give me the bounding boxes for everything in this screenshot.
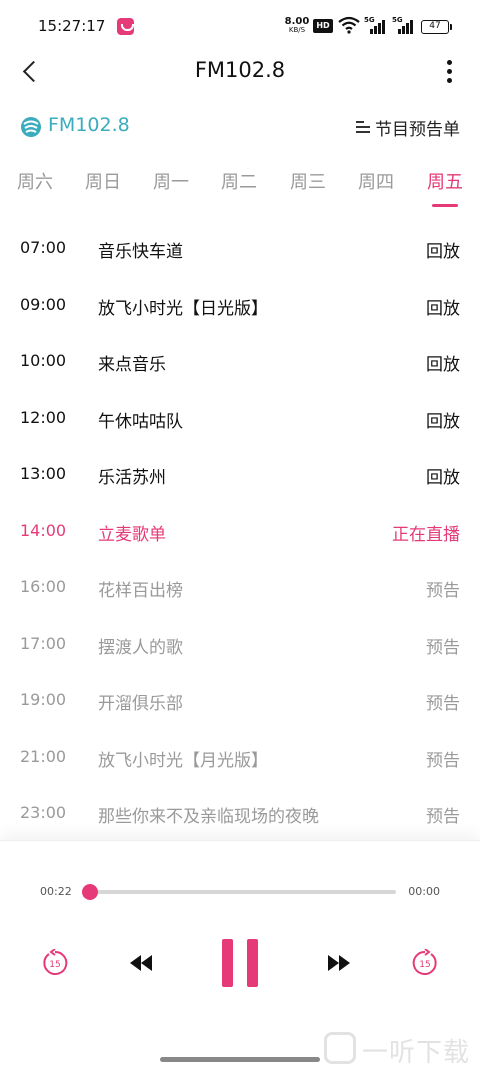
progress-bar[interactable]: [82, 884, 396, 900]
tab-day-3[interactable]: 周二: [214, 168, 264, 194]
forward-seconds: 15: [419, 960, 430, 970]
current-time: 00:22: [40, 885, 72, 898]
program-time: 14:00: [20, 520, 67, 540]
tab-day-1[interactable]: 周日: [78, 168, 128, 194]
schedule-button[interactable]: 节目预告单: [356, 114, 460, 140]
page-title: FM102.8: [194, 58, 286, 82]
program-action[interactable]: 回放: [426, 350, 460, 375]
program-row[interactable]: 19:00 开溜俱乐部 预告: [0, 672, 480, 728]
tab-day-4[interactable]: 周三: [283, 168, 333, 194]
day-tabs: 周六 周日 周一 周二 周三 周四 周五: [0, 160, 480, 210]
program-name: 乐活苏州: [98, 468, 166, 488]
program-action[interactable]: 回放: [426, 294, 460, 319]
program-time: 17:00: [20, 633, 67, 653]
signal-1-icon: 5G: [364, 16, 386, 34]
more-options-icon[interactable]: [440, 58, 460, 86]
station-name: FM102.8: [48, 114, 130, 136]
program-time: 09:00: [20, 294, 67, 314]
tab-day-0[interactable]: 周六: [10, 168, 60, 194]
hd-voice-badge: HD: [313, 19, 333, 33]
watermark-text: 一听下载: [362, 1038, 471, 1068]
next-icon[interactable]: [326, 953, 352, 973]
program-row[interactable]: 23:00 那些你来不及亲临现场的夜晚 预告: [0, 785, 480, 841]
program-action[interactable]: 预告: [426, 633, 460, 658]
program-action[interactable]: 预告: [426, 689, 460, 714]
program-name: 那些你来不及亲临现场的夜晚: [98, 807, 319, 827]
tab-day-5[interactable]: 周四: [351, 168, 401, 194]
program-name: 立麦歌单: [98, 524, 166, 545]
program-action[interactable]: 回放: [426, 463, 460, 488]
program-action[interactable]: 回放: [426, 407, 460, 432]
total-time: 00:00: [408, 885, 440, 898]
program-time: 12:00: [20, 407, 67, 427]
signal-2-icon: 5G: [392, 16, 414, 34]
pause-button[interactable]: [222, 939, 258, 987]
program-time: 19:00: [20, 690, 67, 709]
network-speed: 8.00 KB/S: [284, 16, 310, 35]
program-action[interactable]: 预告: [426, 746, 460, 771]
watermark-logo-icon: [324, 1032, 356, 1064]
program-action[interactable]: 预告: [426, 802, 460, 827]
watermark: 一听下载: [320, 1024, 480, 1072]
tab-day-2[interactable]: 周一: [146, 168, 196, 194]
program-time: 13:00: [20, 464, 67, 483]
previous-icon[interactable]: [128, 953, 154, 973]
program-name: 摆渡人的歌: [98, 637, 183, 658]
program-row[interactable]: 17:00 摆渡人的歌 预告: [0, 616, 480, 672]
program-row[interactable]: 10:00 来点音乐 回放: [0, 333, 480, 389]
program-time: 16:00: [20, 577, 67, 596]
program-name: 开溜俱乐部: [98, 694, 183, 714]
program-row[interactable]: 12:00 午休咕咕队 回放: [0, 390, 480, 446]
list-icon: [356, 121, 370, 133]
program-name: 音乐快车道: [98, 242, 183, 262]
schedule-label: 节目预告单: [375, 119, 460, 140]
program-time: 21:00: [20, 746, 67, 766]
program-time: 07:00: [20, 238, 67, 257]
rewind-seconds: 15: [49, 960, 60, 970]
status-time: 15:27:17: [38, 17, 106, 35]
station-header: FM102.8 节目预告单: [0, 108, 480, 144]
nav-bar: FM102.8: [0, 48, 480, 96]
program-name: 来点音乐: [98, 355, 166, 375]
program-row[interactable]: 07:00 音乐快车道 回放: [0, 220, 480, 276]
program-row[interactable]: 13:00 乐活苏州 回放: [0, 446, 480, 502]
home-indicator[interactable]: [160, 1057, 320, 1062]
program-row[interactable]: 09:00 放飞小时光【日光版】 回放: [0, 277, 480, 333]
active-tab-indicator: [432, 204, 458, 207]
program-row[interactable]: 16:00 花样百出榜 预告: [0, 559, 480, 615]
program-name: 放飞小时光【月光版】: [98, 750, 268, 771]
forward-15-icon[interactable]: 15: [411, 949, 439, 977]
program-name: 花样百出榜: [98, 581, 183, 601]
rewind-15-icon[interactable]: 15: [41, 949, 69, 977]
tab-day-6[interactable]: 周五: [420, 168, 470, 194]
station-logo-icon: [21, 117, 41, 137]
program-row[interactable]: 21:00 放飞小时光【月光版】 预告: [0, 729, 480, 785]
progress-thumb[interactable]: [82, 884, 98, 900]
program-name: 午休咕咕队: [98, 411, 183, 432]
program-time: 23:00: [20, 803, 67, 822]
program-action[interactable]: 预告: [426, 576, 460, 601]
battery-icon: 47: [421, 20, 452, 34]
app-notification-icon: [117, 18, 134, 35]
program-time: 10:00: [20, 351, 67, 370]
program-name: 放飞小时光【日光版】: [98, 298, 268, 319]
program-action[interactable]: 回放: [426, 237, 460, 262]
program-action[interactable]: 正在直播: [392, 520, 460, 545]
program-row[interactable]: 14:00 立麦歌单 正在直播: [0, 503, 480, 559]
status-bar: 15:27:17 8.00 KB/S HD 5G 5G 47: [0, 0, 480, 52]
wifi-icon: [338, 16, 360, 34]
